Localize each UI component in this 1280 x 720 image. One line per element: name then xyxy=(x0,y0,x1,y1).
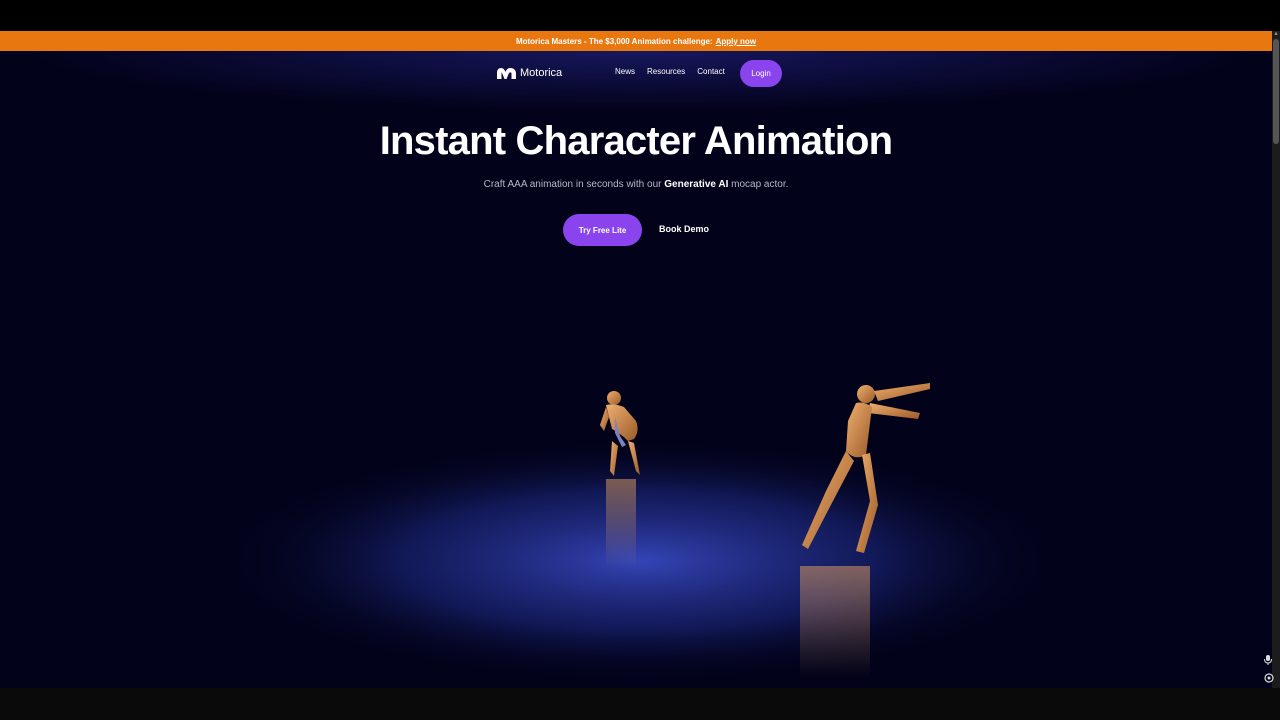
microphone-icon[interactable] xyxy=(1263,654,1273,666)
logo[interactable]: Motorica xyxy=(497,67,562,79)
bottom-black-bar xyxy=(0,688,1280,720)
top-black-bar xyxy=(0,0,1280,31)
scrollbar-thumb[interactable] xyxy=(1273,39,1279,144)
hero-subtitle-post: mocap actor. xyxy=(731,179,789,190)
logo-text: Motorica xyxy=(520,67,563,79)
nav-links: News Resources Contact xyxy=(615,67,725,76)
hero-subtitle-bold: Generative AI xyxy=(664,179,729,190)
apply-now-link[interactable]: Apply now xyxy=(716,37,756,46)
hero-title: Instant Character Animation xyxy=(379,119,893,163)
page-viewport: Motorica Masters - The $3,000 Animation … xyxy=(0,31,1272,688)
video-capture-icon[interactable] xyxy=(1263,672,1275,684)
animated-character-left xyxy=(600,391,640,569)
top-nav: Motorica News Resources Contact Login xyxy=(0,51,1272,95)
scroll-up-arrow-icon[interactable]: ▲ xyxy=(1273,31,1279,37)
banner-text: Motorica Masters - The $3,000 Animation … xyxy=(515,36,713,46)
stage-floor-glow xyxy=(210,436,1070,686)
vertical-scrollbar[interactable]: ▲ xyxy=(1272,31,1280,688)
login-button[interactable]: Login xyxy=(740,60,782,87)
nav-link-news[interactable]: News xyxy=(615,67,635,76)
nav-link-contact[interactable]: Contact xyxy=(697,67,725,76)
book-demo-link[interactable]: Book Demo xyxy=(659,224,709,234)
announcement-banner: Motorica Masters - The $3,000 Animation … xyxy=(0,31,1272,51)
motorica-logo-icon xyxy=(497,68,516,79)
nav-link-resources[interactable]: Resources xyxy=(647,67,685,76)
hero-animation-scene xyxy=(210,383,1070,686)
hero-subtitle: Craft AAA animation in seconds with our … xyxy=(0,179,1272,190)
try-free-lite-button[interactable]: Try Free Lite xyxy=(563,214,642,246)
hero-subtitle-pre: Craft AAA animation in seconds with our xyxy=(483,179,662,190)
